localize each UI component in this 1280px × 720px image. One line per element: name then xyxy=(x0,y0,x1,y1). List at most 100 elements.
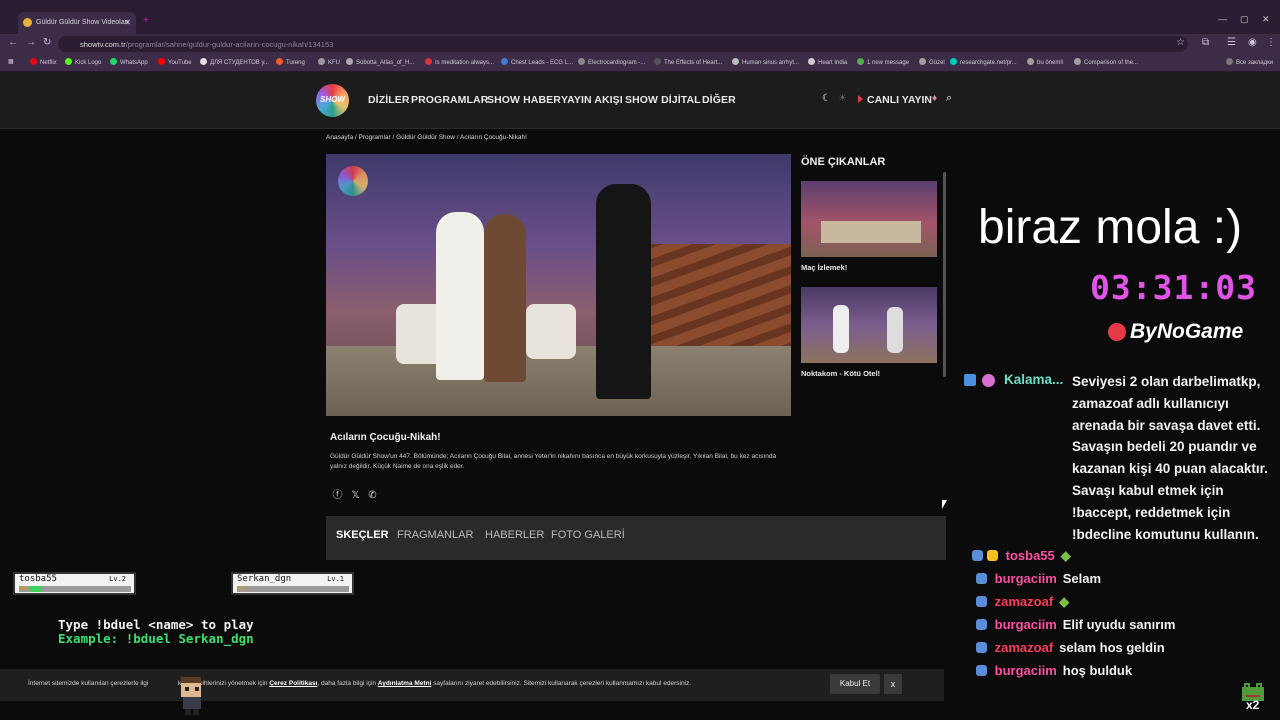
menu-icon[interactable]: ⋮ xyxy=(1266,37,1276,48)
new-tab-button[interactable]: + xyxy=(143,15,149,26)
nav-diziler[interactable]: DİZİLER xyxy=(368,94,410,106)
actor-woman xyxy=(436,212,484,380)
maximize-icon[interactable]: ▢ xyxy=(1240,14,1249,25)
featured-thumbnail[interactable] xyxy=(801,287,937,363)
featured-caption[interactable]: Maç İzlemek! xyxy=(801,263,847,272)
browser-tab-bar: Güldür Güldür Show Videoları ✕ + — ▢ ✕ xyxy=(0,0,1280,34)
user-badge-icon xyxy=(972,550,983,561)
sidebar-icon[interactable]: ☰ xyxy=(1227,37,1236,48)
chat-message: burgaciim hoş bulduk xyxy=(976,663,1132,678)
bookmark-item[interactable]: Heart India xyxy=(808,58,847,66)
url-host: showtv.com.tr xyxy=(80,40,126,49)
bookmark-item[interactable]: ДЛЯ СТУДЕНТОВ у... xyxy=(200,58,269,66)
star-icon[interactable]: ☆ xyxy=(1176,37,1185,48)
featured-title: ÖNE ÇIKANLAR xyxy=(801,156,886,168)
player-name: tosba55 xyxy=(19,574,57,584)
bookmark-item[interactable]: Human sinus arrhyt... xyxy=(732,58,799,66)
privacy-notice-link[interactable]: Aydınlatma Metni xyxy=(378,680,432,687)
bookmark-item[interactable]: YouTube xyxy=(158,58,192,66)
breadcrumb[interactable]: Anasayfa / Programlar / Güldür Güldür Sh… xyxy=(326,134,527,141)
close-tab-icon[interactable]: ✕ xyxy=(124,18,131,27)
cookie-accept-button[interactable]: Kabul Et xyxy=(830,674,880,694)
break-text: biraz mola :) xyxy=(978,201,1243,254)
player-level: Lv.1 xyxy=(327,575,344,583)
nav-diger[interactable]: DİĞER xyxy=(702,94,736,106)
gift-icon[interactable]: ♦ xyxy=(932,93,937,104)
thumb-table xyxy=(821,221,921,243)
thumb-figure xyxy=(833,305,849,353)
sponsor-logo: ByNoGame xyxy=(1108,320,1243,344)
address-bar[interactable]: showtv.com.tr/programlar/sahne/guldur-gu… xyxy=(58,36,1188,52)
forward-icon[interactable]: → xyxy=(26,37,36,48)
minimize-icon[interactable]: — xyxy=(1218,14,1227,24)
bookmark-item[interactable]: Chest Leads - ECG L... xyxy=(501,58,573,66)
nav-show-dijital[interactable]: SHOW DİJİTAL xyxy=(625,94,701,106)
apps-icon[interactable]: ▦ xyxy=(8,58,14,65)
hp-bar-fill xyxy=(30,586,41,592)
all-bookmarks[interactable]: Все закладки xyxy=(1226,58,1273,66)
nav-show-haber[interactable]: SHOW HABER xyxy=(487,94,561,106)
bookmark-item[interactable]: Güzel xyxy=(919,58,945,66)
facebook-icon[interactable]: ⓕ xyxy=(332,490,343,501)
featured-scrollbar[interactable] xyxy=(943,172,946,377)
pixel-character-icon xyxy=(181,677,201,715)
nav-yayin-akisi[interactable]: YAYIN AKIŞI xyxy=(561,94,623,106)
featured-caption[interactable]: Noktakom - Kötü Otel! xyxy=(801,369,880,378)
player-level: Lv.2 xyxy=(109,575,126,583)
thumb-figure xyxy=(887,307,903,353)
browser-tab[interactable]: Güldür Güldür Show Videoları ✕ xyxy=(18,12,136,34)
url-path: /programlar/sahne/guldur-guldur-acilarin… xyxy=(125,40,334,49)
bookmark-item[interactable]: Comparison of the... xyxy=(1074,58,1138,66)
user-badge-icon xyxy=(976,642,987,653)
bookmark-item[interactable]: Netflix xyxy=(30,58,57,66)
site-header: SHOW DİZİLER PROGRAMLAR SHOW HABER YAYIN… xyxy=(0,72,1280,129)
show-tv-logo[interactable]: SHOW xyxy=(316,84,349,117)
bookmark-item[interactable]: Electrocardiogram -... xyxy=(578,58,645,66)
whatsapp-icon[interactable]: ✆ xyxy=(367,490,378,501)
bookmark-item[interactable]: researchgate.net/pr... xyxy=(950,58,1017,66)
live-button[interactable]: CANLI YAYIN xyxy=(858,94,932,106)
x-twitter-icon[interactable]: 𝕏 xyxy=(350,490,361,501)
tab-fragmanlar[interactable]: FRAGMANLAR xyxy=(397,529,473,541)
reload-icon[interactable]: ↻ xyxy=(43,37,51,48)
actor-man xyxy=(596,184,651,399)
bookmark-item[interactable]: Tureng xyxy=(276,58,305,66)
back-icon[interactable]: ← xyxy=(8,37,18,48)
dark-mode-icon[interactable]: ☾ xyxy=(822,93,831,104)
bookmark-item[interactable]: Sobotta_Atlas_of_H... xyxy=(346,58,414,66)
bookmark-item[interactable]: 1 new message xyxy=(857,58,909,66)
game-instruction: Type !bduel <name> to play xyxy=(58,617,254,632)
crown-badge-icon xyxy=(987,550,998,561)
search-icon[interactable]: ⌕ xyxy=(946,92,952,105)
close-window-icon[interactable]: ✕ xyxy=(1262,14,1270,25)
frog-emote-icon: ◆ xyxy=(1059,594,1070,609)
bookmark-item[interactable]: WhatsApp xyxy=(110,58,148,66)
player-card-serkan: Serkan_dgn Lv.1 HP: xyxy=(231,572,354,595)
break-timer: 03:31:03 xyxy=(1090,268,1257,307)
bookmarks-bar: ▦ Netflix Kick Logo WhatsApp YouTube ДЛЯ… xyxy=(0,54,1280,72)
bookmark-item[interactable]: Is meditation always... xyxy=(425,58,494,66)
featured-thumbnail[interactable] xyxy=(801,181,937,257)
bookmark-item[interactable]: bu önemli xyxy=(1027,58,1063,66)
mod-badge-icon xyxy=(964,374,976,386)
bookmark-item[interactable]: KFU xyxy=(318,58,340,66)
light-mode-icon[interactable]: ☀ xyxy=(838,93,847,104)
bookmark-item[interactable]: The Effects of Heart... xyxy=(654,58,722,66)
hp-label: HP: xyxy=(19,586,30,593)
cookie-close-button[interactable]: x xyxy=(884,674,902,694)
tab-foto-galeri[interactable]: FOTO GALERİ xyxy=(551,529,625,541)
user-badge-icon xyxy=(976,619,987,630)
tab-haberler[interactable]: HABERLER xyxy=(485,529,544,541)
nav-programlar[interactable]: PROGRAMLAR xyxy=(411,94,488,106)
bookmark-item[interactable]: Kick Logo xyxy=(65,58,101,66)
tab-skecler[interactable]: SKEÇLER xyxy=(336,529,389,541)
site-favicon-icon xyxy=(23,18,32,27)
cookie-policy-link[interactable]: Çerez Politikası xyxy=(269,680,317,687)
chat-system-message: Seviyesi 2 olan darbelimatkp, zamazoaf a… xyxy=(1072,374,1268,542)
profile-icon[interactable]: ◉ xyxy=(1248,37,1257,48)
extensions-icon[interactable]: ⧉ xyxy=(1202,37,1209,48)
user-badge-icon xyxy=(976,573,987,584)
player-name: Serkan_dgn xyxy=(237,574,292,584)
live-play-icon xyxy=(858,95,863,103)
video-player[interactable] xyxy=(326,154,791,416)
